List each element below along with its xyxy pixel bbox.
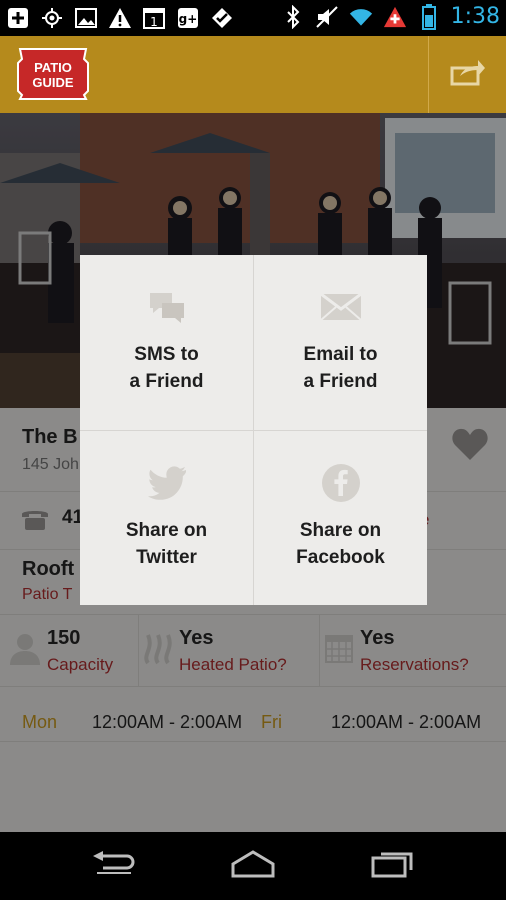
foursquare-icon xyxy=(210,6,234,30)
facebook-option[interactable]: Share on Facebook xyxy=(254,431,427,606)
twitter-icon xyxy=(147,465,187,501)
share-icon xyxy=(450,58,486,91)
svg-text:g+: g+ xyxy=(179,12,198,26)
chat-bubbles-icon xyxy=(148,289,186,325)
add-box-icon xyxy=(6,6,30,30)
gps-icon xyxy=(40,6,64,30)
system-nav-bar xyxy=(0,832,506,900)
mute-icon xyxy=(315,5,339,29)
wifi-icon xyxy=(349,5,373,29)
back-button[interactable] xyxy=(83,848,143,884)
clock: 1:38 xyxy=(450,4,500,29)
battery-icon xyxy=(417,3,441,30)
patio-guide-logo[interactable]: PATIO GUIDE xyxy=(14,47,92,101)
notification-icons: 1 g+ xyxy=(6,6,234,30)
facebook-icon xyxy=(321,464,361,502)
swiss-flag-icon xyxy=(383,5,407,29)
envelope-icon xyxy=(319,289,362,325)
svg-text:GUIDE: GUIDE xyxy=(32,75,74,90)
bluetooth-icon xyxy=(281,4,305,29)
svg-text:PATIO: PATIO xyxy=(34,60,72,75)
svg-text:1: 1 xyxy=(150,15,158,29)
recent-apps-icon xyxy=(371,850,415,883)
calendar-icon: 1 xyxy=(142,6,166,30)
recent-apps-button[interactable] xyxy=(363,848,423,884)
email-option-label: Email to a Friend xyxy=(303,344,378,392)
system-icons: 1:38 xyxy=(281,3,500,30)
home-icon xyxy=(231,849,275,883)
twitter-option-label: Share on Twitter xyxy=(125,520,208,568)
back-icon xyxy=(91,850,135,882)
app-bar: PATIO GUIDE xyxy=(0,36,506,113)
image-icon xyxy=(74,6,98,30)
home-button[interactable] xyxy=(223,848,283,884)
share-button[interactable] xyxy=(429,36,506,113)
email-option[interactable]: Email to a Friend xyxy=(254,255,427,430)
dialog-divider xyxy=(80,430,427,431)
warning-icon xyxy=(108,6,132,30)
google-plus-icon: g+ xyxy=(176,6,200,30)
share-dialog: SMS to a Friend Email to a Friend Share … xyxy=(80,255,427,605)
sms-option[interactable]: SMS to a Friend xyxy=(80,255,253,430)
sms-option-label: SMS to a Friend xyxy=(129,344,204,392)
facebook-option-label: Share on Facebook xyxy=(296,520,385,568)
status-bar: 1 g+ 1:38 xyxy=(0,0,506,36)
twitter-option[interactable]: Share on Twitter xyxy=(80,431,253,606)
